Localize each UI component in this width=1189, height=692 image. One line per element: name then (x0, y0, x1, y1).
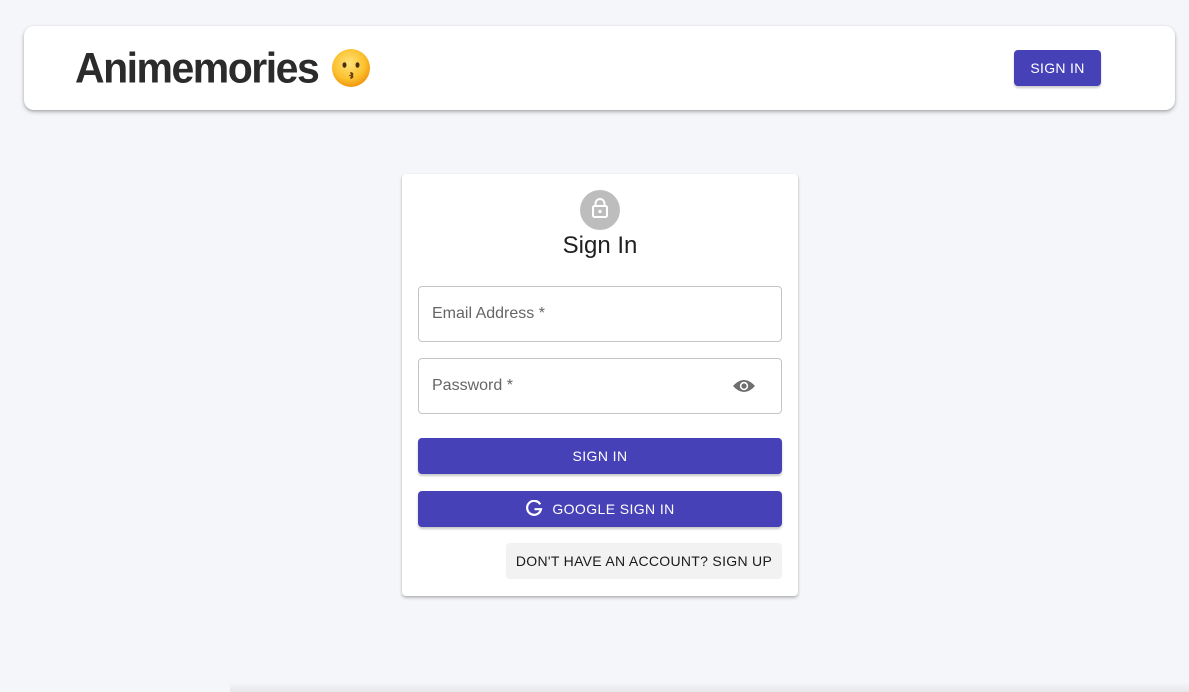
email-field[interactable]: Email Address * (418, 286, 782, 342)
eye-icon[interactable] (731, 374, 757, 398)
google-g-icon (525, 499, 543, 518)
email-label: Email Address * (432, 305, 545, 322)
app-bar: Animemories SIGN IN (24, 26, 1175, 110)
password-field[interactable]: Password * (418, 358, 782, 414)
kissing-face-emoji-icon (331, 48, 371, 88)
sign-up-link-button[interactable]: DON'T HAVE AN ACCOUNT? SIGN UP (506, 543, 782, 579)
sign-in-card: Sign In Email Address * Password * SIGN … (402, 174, 798, 596)
bottom-shadow (230, 682, 1189, 692)
google-sign-in-button[interactable]: GOOGLE SIGN IN (418, 491, 782, 527)
header-sign-in-button[interactable]: SIGN IN (1014, 50, 1101, 86)
brand-logo[interactable]: Animemories (75, 43, 371, 93)
google-sign-in-label: GOOGLE SIGN IN (552, 501, 675, 517)
lock-avatar (580, 190, 620, 230)
sign-in-title: Sign In (562, 232, 638, 259)
sign-in-button-label: SIGN IN (572, 448, 628, 464)
brand-name: Animemories (75, 43, 320, 93)
lock-icon (590, 197, 610, 224)
password-label: Password * (432, 377, 513, 394)
sign-in-button[interactable]: SIGN IN (418, 438, 782, 474)
